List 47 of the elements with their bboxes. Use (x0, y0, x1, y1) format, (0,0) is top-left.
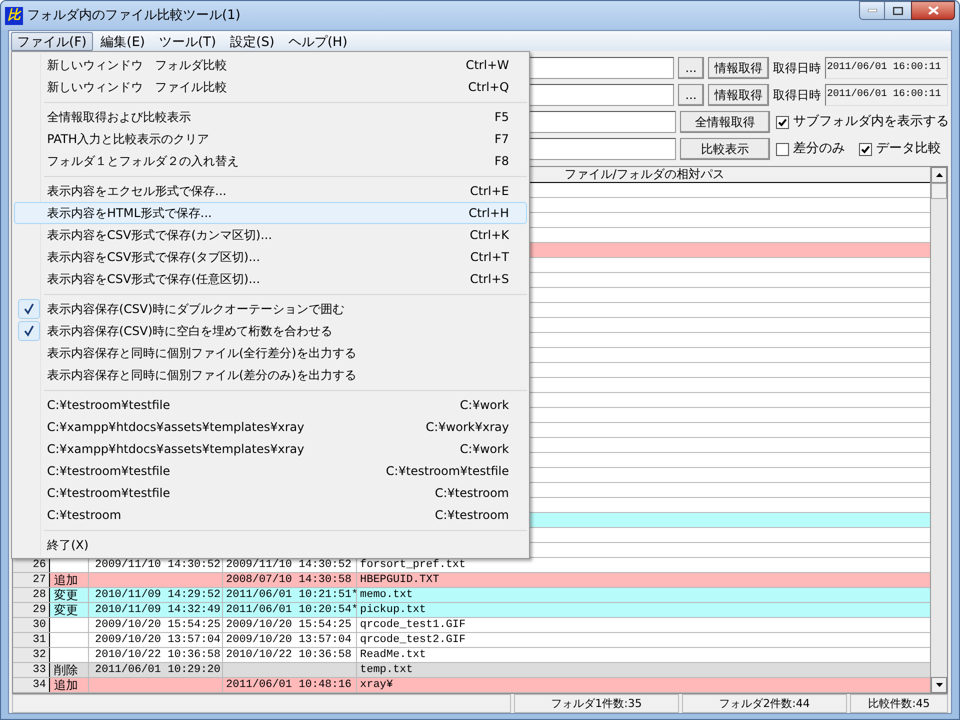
table-cell: 2009/10/20 15:54:25 (95, 619, 220, 631)
table-cell: 追加 (54, 573, 78, 587)
time-field: 2011/06/01 16:00:11 (825, 57, 948, 79)
table-cell: ReadMe.txt (360, 649, 426, 661)
table-cell: 2009/11/10 14:30:52 (226, 559, 352, 571)
table-cell: temp.txt (360, 664, 413, 676)
status-text: 比較件数:45 (850, 694, 948, 713)
time-label: 取得日時 (773, 60, 821, 77)
row-number: 29 (32, 604, 46, 616)
table-cell: 削除 (54, 663, 78, 677)
time-field: 2011/06/01 16:00:11 (825, 84, 948, 106)
table-cell: pickup.txt (360, 604, 426, 616)
window-title: フォルダ内のファイル比較ツール(1) (27, 6, 240, 25)
table-cell: 2009/10/20 13:57:04 (226, 634, 352, 646)
table-cell: forsort_pref.txt (360, 559, 466, 571)
row-number: 28 (32, 589, 46, 601)
status-text: フォルダ1件数:35 (514, 694, 679, 713)
table-cell: 2010/11/09 14:32:49 (95, 604, 220, 616)
table-cell: 2009/10/20 15:54:25 (226, 619, 352, 631)
table-cell: 2011/06/01 10:29:20 (95, 664, 220, 676)
row-number: 32 (32, 649, 46, 661)
table-cell: 2011/06/01 10:20:54* (226, 604, 358, 616)
row-number: 30 (32, 619, 46, 631)
table-cell: HBEPGUID.TXT (360, 574, 440, 586)
row-number: 33 (32, 664, 46, 676)
table-cell: qrcode_test1.GIF (360, 619, 466, 631)
table-cell: 2011/06/01 10:21:51* (226, 589, 358, 601)
row-number: 31 (32, 634, 46, 646)
table-cell: 2009/11/10 14:30:52 (95, 559, 220, 571)
status-text: フォルダ2件数:44 (682, 694, 847, 713)
table-cell: xray¥ (360, 679, 394, 691)
table-cell: qrcode_test2.GIF (360, 634, 466, 646)
table-cell: 変更 (54, 603, 78, 617)
table-cell: 2008/07/10 14:30:58 (226, 574, 352, 586)
table-cell: 変更 (54, 588, 78, 602)
table-cell: 2011/06/01 10:48:16 (226, 679, 352, 691)
table-cell: memo.txt (360, 589, 413, 601)
table-cell: 2010/10/22 10:36:58 (95, 649, 220, 661)
row-number: 34 (32, 679, 46, 691)
table-cell: 2010/11/09 14:29:52 (95, 589, 220, 601)
table-cell: 追加 (54, 678, 78, 692)
row-number: 27 (32, 574, 46, 586)
app-icon: 比 (5, 6, 23, 24)
time-label: 取得日時 (773, 87, 821, 104)
table-cell: 2009/10/20 13:57:04 (95, 634, 220, 646)
table-cell: 2010/10/22 10:36:58 (226, 649, 352, 661)
row-number: 26 (32, 559, 46, 571)
